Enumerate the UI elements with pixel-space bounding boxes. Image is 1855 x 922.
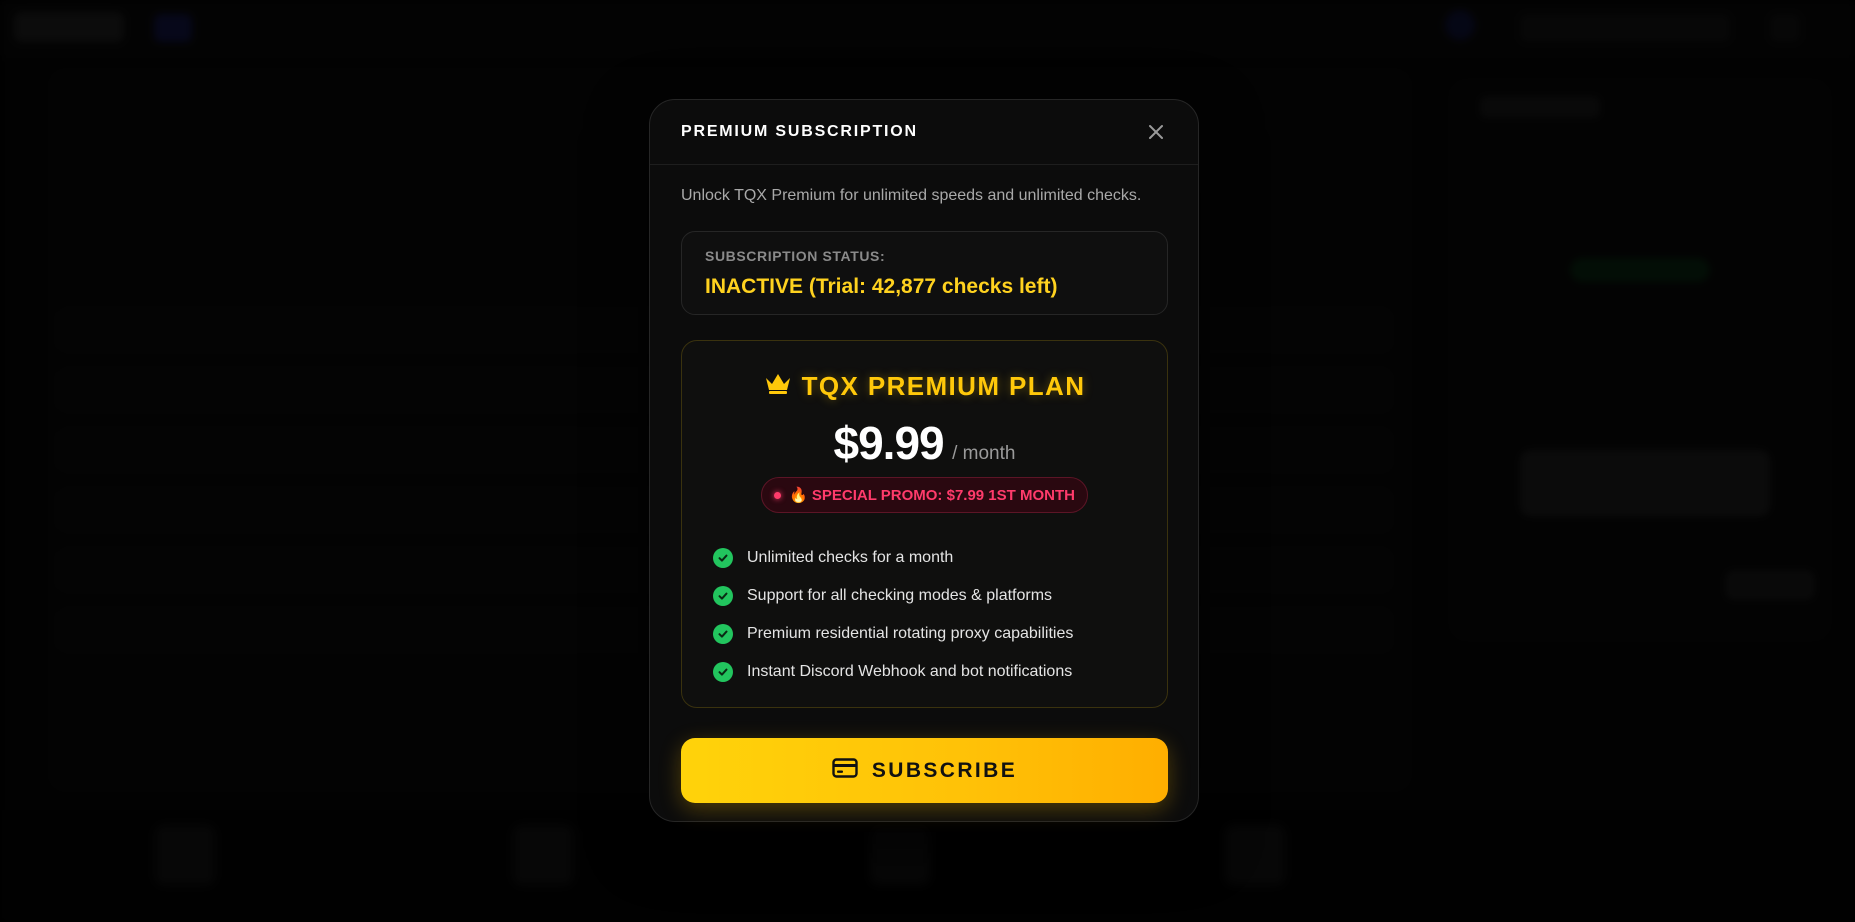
feature-text: Unlimited checks for a month <box>747 549 954 566</box>
plan-title: TQX PREMIUM PLAN <box>801 371 1086 401</box>
price-row: $9.99 / month <box>682 416 1167 470</box>
crown-icon <box>764 370 792 401</box>
feature-text: Instant Discord Webhook and bot notifica… <box>747 663 1073 680</box>
list-item: Support for all checking modes & platfor… <box>713 577 1073 615</box>
modal-description: Unlock TQX Premium for unlimited speeds … <box>681 187 1142 204</box>
premium-plan-card: TQX PREMIUM PLAN $9.99 / month 🔥 SPECIAL… <box>681 340 1168 708</box>
close-icon[interactable] <box>1144 120 1168 144</box>
list-item: Premium residential rotating proxy capab… <box>713 615 1073 653</box>
plan-title-row: TQX PREMIUM PLAN <box>682 371 1167 402</box>
promo-text: 🔥 SPECIAL PROMO: $7.99 1ST MONTH <box>789 487 1075 504</box>
subscribe-button[interactable]: SUBSCRIBE <box>681 738 1168 803</box>
status-label: SUBSCRIPTION STATUS: <box>705 248 886 264</box>
promo-dot-icon <box>774 491 782 499</box>
plan-price: $9.99 <box>833 417 945 469</box>
feature-list: Unlimited checks for a month Support for… <box>713 539 1073 691</box>
check-icon <box>713 586 733 606</box>
credit-card-icon <box>832 757 858 784</box>
plan-period: / month <box>952 443 1016 464</box>
check-icon <box>713 662 733 682</box>
promo-badge: 🔥 SPECIAL PROMO: $7.99 1ST MONTH <box>761 477 1088 513</box>
subscribe-label: SUBSCRIBE <box>871 758 1018 782</box>
feature-text: Support for all checking modes & platfor… <box>747 587 1053 604</box>
check-icon <box>713 624 733 644</box>
modal-title: PREMIUM SUBSCRIPTION <box>681 123 918 140</box>
check-icon <box>713 548 733 568</box>
list-item: Unlimited checks for a month <box>713 539 1073 577</box>
subscription-status-card: SUBSCRIPTION STATUS: INACTIVE (Trial: 42… <box>681 231 1168 315</box>
feature-text: Premium residential rotating proxy capab… <box>747 625 1074 642</box>
premium-subscription-modal: PREMIUM SUBSCRIPTION Unlock TQX Premium … <box>649 99 1199 822</box>
status-value: INACTIVE (Trial: 42,877 checks left) <box>705 275 1058 298</box>
modal-header: PREMIUM SUBSCRIPTION <box>650 100 1198 165</box>
list-item: Instant Discord Webhook and bot notifica… <box>713 653 1073 691</box>
